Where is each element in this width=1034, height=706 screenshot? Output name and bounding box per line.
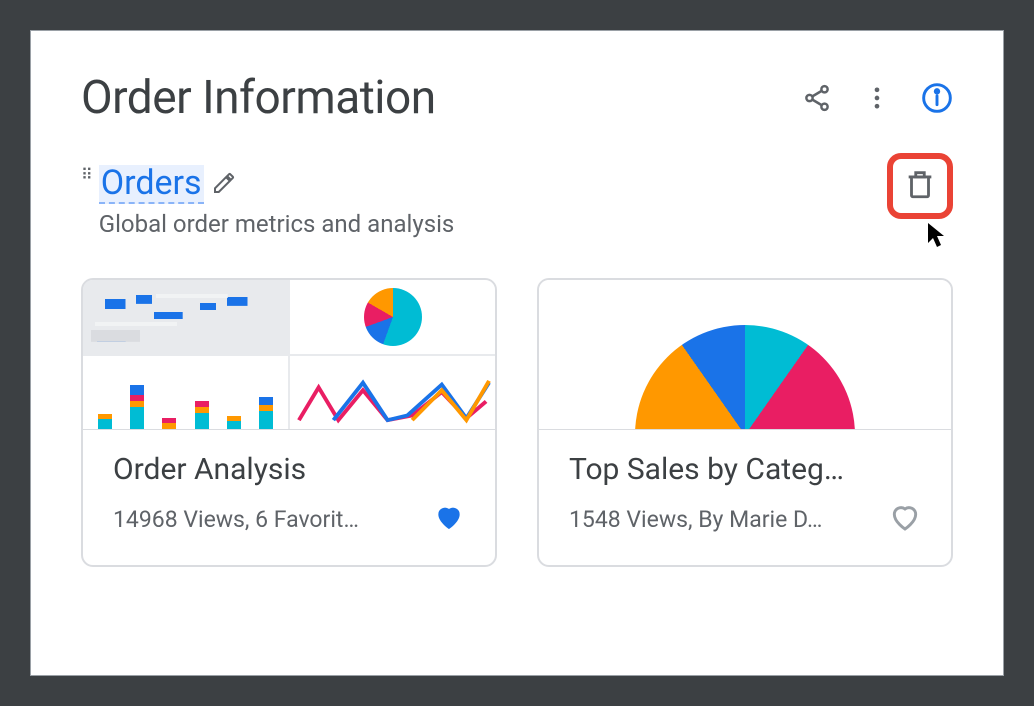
- section-title-input[interactable]: Orders: [99, 165, 204, 204]
- dashboard-card[interactable]: Order Analysis 14968 Views, 6 Favorit…: [81, 278, 497, 567]
- bar-thumbnail: [83, 356, 288, 430]
- card-preview: [83, 280, 495, 430]
- info-icon[interactable]: [921, 82, 953, 114]
- header: Order Information: [81, 71, 953, 125]
- section-header: ⠿ Orders Global order metrics and analys…: [81, 165, 953, 238]
- edit-pencil-icon[interactable]: [212, 171, 236, 199]
- card-meta: 14968 Views, 6 Favorit…: [113, 506, 423, 533]
- more-vert-icon[interactable]: [861, 82, 893, 114]
- mouse-cursor-icon: [925, 221, 949, 253]
- map-thumbnail: [83, 280, 288, 354]
- sparkline-thumbnail: [290, 356, 495, 430]
- card-title: Top Sales by Categ…: [569, 452, 921, 487]
- main-panel: Order Information: [30, 30, 1004, 676]
- heart-outline-icon[interactable]: [889, 501, 921, 537]
- card-meta: 1548 Views, By Marie D…: [569, 506, 879, 533]
- header-actions: [801, 82, 953, 114]
- pie-thumbnail: [290, 280, 495, 354]
- heart-filled-icon[interactable]: [433, 501, 465, 537]
- half-pie-thumbnail: [635, 325, 855, 430]
- card-title: Order Analysis: [113, 452, 465, 487]
- share-icon[interactable]: [801, 82, 833, 114]
- trash-icon[interactable]: [903, 167, 937, 205]
- page-title: Order Information: [81, 71, 436, 125]
- section-subtitle: Global order metrics and analysis: [99, 210, 455, 238]
- delete-button-highlight: [887, 153, 953, 219]
- drag-handle-icon[interactable]: ⠿: [81, 171, 91, 179]
- card-preview: [539, 280, 951, 430]
- dashboard-card[interactable]: Top Sales by Categ… 1548 Views, By Marie…: [537, 278, 953, 567]
- cards-row: Order Analysis 14968 Views, 6 Favorit…: [81, 278, 953, 567]
